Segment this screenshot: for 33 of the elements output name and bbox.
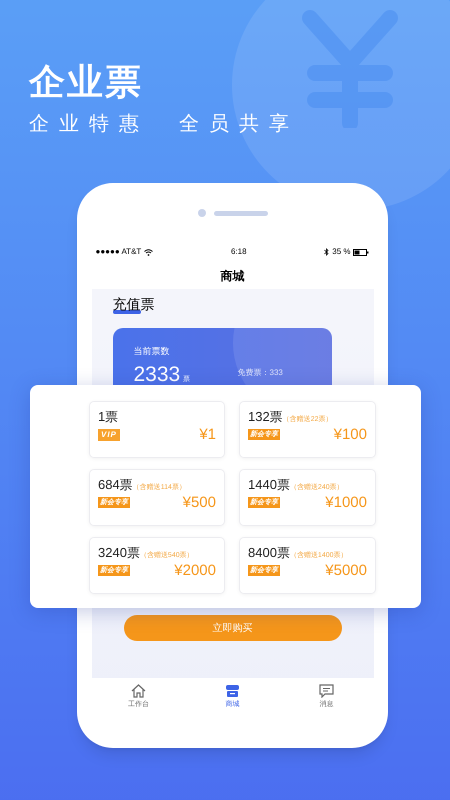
ticket-amount: 1440票 <box>248 478 290 491</box>
battery-icon <box>353 248 370 256</box>
ticket-count: 2333 <box>134 364 180 384</box>
headline-title: 企业票 <box>29 64 144 100</box>
shop-icon <box>225 684 240 698</box>
package-card[interactable]: 1票 VIP ¥1 <box>89 401 225 458</box>
vip-badge: VIP <box>98 428 120 440</box>
free-tickets-text: 免费票：333 <box>238 368 283 376</box>
ticket-amount: 684票 <box>98 478 133 491</box>
price-text: ¥100 <box>334 427 367 442</box>
price-text: ¥500 <box>182 495 216 510</box>
ticket-amount: 132票 <box>248 410 283 423</box>
price-text: ¥2000 <box>174 563 216 578</box>
speaker-icon <box>214 210 268 216</box>
home-icon <box>131 684 146 698</box>
time-text: 6:18 <box>230 246 247 258</box>
balance-label: 当前票数 <box>134 345 170 358</box>
wifi-icon <box>144 248 154 256</box>
nav-title: 商城 <box>220 268 246 285</box>
price-text: ¥1 <box>199 427 216 442</box>
bluetooth-icon <box>324 248 330 256</box>
headline-subtitle: 企业特惠 <box>29 114 149 134</box>
battery-text: 35 % <box>332 246 350 258</box>
headline-subtitle: 全员共享 <box>179 114 299 134</box>
carrier-text: ●●●●● AT&T <box>96 246 142 258</box>
message-icon <box>319 684 334 698</box>
ticket-amount: 3240票 <box>98 546 140 559</box>
ticket-amount: 8400票 <box>248 546 290 559</box>
ticket-amount: 1票 <box>98 410 118 423</box>
camera-icon <box>198 209 206 217</box>
section-title: 充值票 <box>112 297 154 311</box>
price-text: ¥1000 <box>325 495 367 510</box>
price-text: ¥5000 <box>325 563 367 578</box>
